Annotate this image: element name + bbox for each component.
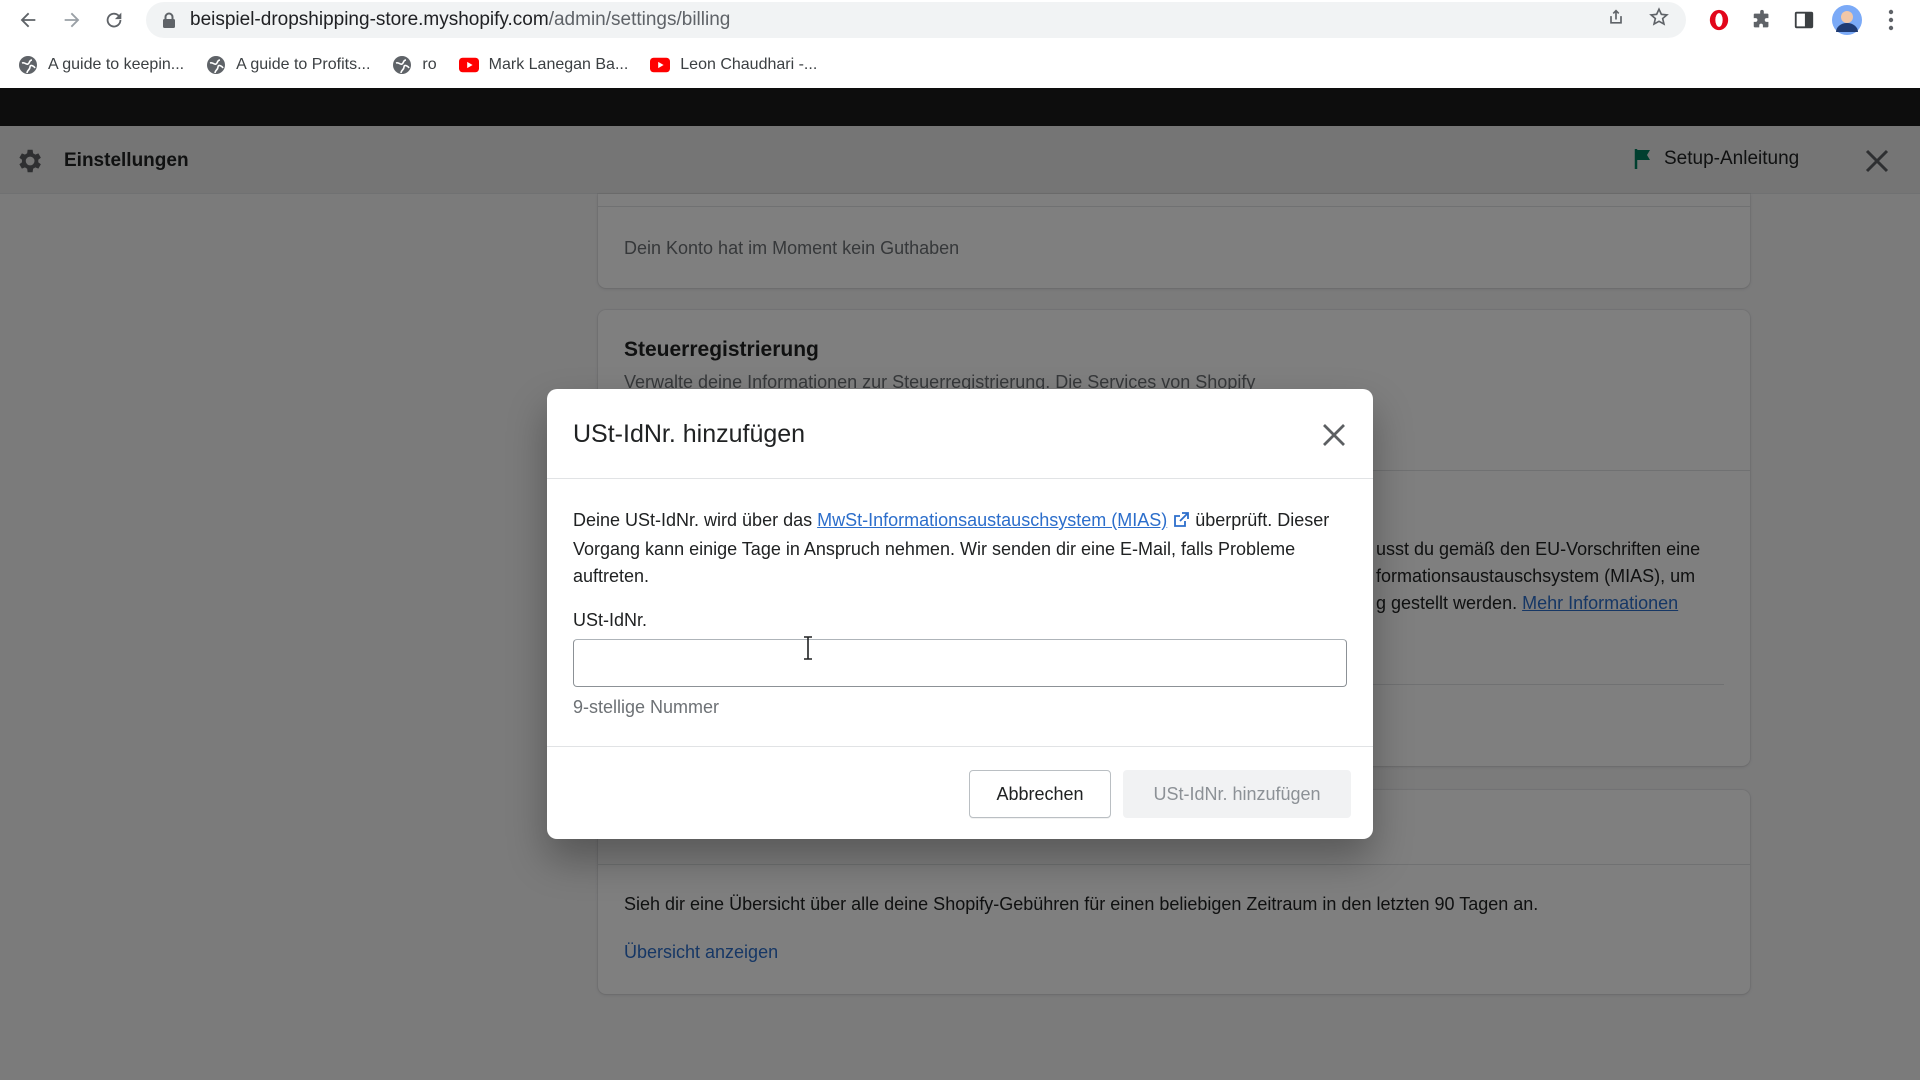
add-vat-modal: USt-IdNr. hinzufügen Deine USt-IdNr. wir…: [547, 389, 1373, 839]
address-bar[interactable]: beispiel-dropshipping-store.myshopify.co…: [146, 2, 1686, 38]
profile-avatar[interactable]: [1832, 5, 1862, 35]
modal-description: Deine USt-IdNr. wird über das MwSt-Infor…: [573, 507, 1347, 590]
modal-header: USt-IdNr. hinzufügen: [547, 389, 1373, 479]
modal-footer: Abbrechen USt-IdNr. hinzufügen: [547, 746, 1373, 839]
star-icon[interactable]: [1648, 6, 1670, 34]
arrow-left-icon: [20, 12, 36, 28]
url-row: beispiel-dropshipping-store.myshopify.co…: [0, 0, 1920, 40]
reload-icon: [106, 12, 122, 28]
bookmark-item[interactable]: Leon Chaudhari -...: [650, 55, 817, 75]
cancel-button[interactable]: Abbrechen: [969, 770, 1111, 818]
text-cursor-icon: [804, 636, 812, 660]
external-link-icon: [1173, 509, 1190, 536]
lock-icon: [162, 12, 176, 28]
close-icon[interactable]: [1319, 420, 1349, 450]
mias-link[interactable]: MwSt-Informationsaustauschsystem (MIAS): [817, 510, 1167, 530]
bookmark-item[interactable]: A guide to keepin...: [18, 55, 184, 75]
menu-dots-icon[interactable]: [1876, 5, 1906, 35]
bookmark-item[interactable]: Mark Lanegan Ba...: [458, 55, 629, 75]
vat-number-input[interactable]: [573, 639, 1347, 687]
bookmark-label: A guide to keepin...: [48, 56, 185, 73]
bookmark-item[interactable]: ro: [392, 55, 437, 75]
vat-field-label: USt-IdNr.: [573, 610, 648, 630]
globe-icon: [206, 55, 226, 75]
globe-icon: [392, 55, 412, 75]
youtube-icon: [458, 55, 479, 75]
globe-icon: [18, 55, 38, 75]
url-host: beispiel-dropshipping-store.myshopify.co…: [190, 9, 549, 30]
bookmark-label: ro: [422, 56, 437, 73]
add-vat-button[interactable]: USt-IdNr. hinzufügen: [1123, 770, 1351, 818]
puzzle-extensions-icon[interactable]: [1747, 5, 1777, 35]
side-panel-icon[interactable]: [1789, 5, 1819, 35]
modal-body: Deine USt-IdNr. wird über das MwSt-Infor…: [573, 507, 1347, 718]
arrow-right-icon: [64, 12, 80, 28]
bookmark-item[interactable]: A guide to Profits...: [206, 55, 370, 75]
opera-extension-icon[interactable]: [1704, 5, 1734, 35]
bookmarks-bar: A guide to keepin... A guide to Profits.…: [0, 48, 1920, 82]
back-button[interactable]: [12, 6, 44, 34]
youtube-icon: [650, 55, 671, 75]
omnibox-actions: [1606, 2, 1670, 38]
bookmark-label: Leon Chaudhari -...: [680, 56, 818, 73]
reload-button[interactable]: [98, 6, 130, 34]
bookmark-label: Mark Lanegan Ba...: [488, 56, 629, 73]
modal-title: USt-IdNr. hinzufügen: [573, 420, 806, 448]
vat-help-text: 9-stellige Nummer: [573, 697, 720, 717]
browser-chrome: beispiel-dropshipping-store.myshopify.co…: [0, 0, 1920, 88]
share-icon[interactable]: [1606, 7, 1626, 33]
desc-text: Deine USt-IdNr. wird über das: [573, 510, 818, 530]
url-path: /admin/settings/billing: [548, 9, 731, 30]
forward-button[interactable]: [56, 6, 88, 34]
bookmark-label: A guide to Profits...: [236, 56, 371, 73]
